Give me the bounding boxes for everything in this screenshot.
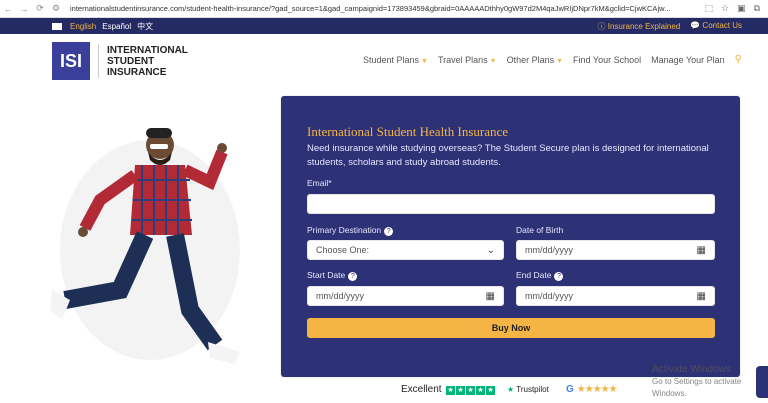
help-icon[interactable]: ?	[384, 227, 394, 236]
trustpilot-rating-label: Excellent	[401, 384, 442, 395]
primary-destination-label: Primary Destination?	[307, 225, 394, 236]
buy-now-button[interactable]: Buy Now	[307, 318, 715, 338]
hero-person-image	[50, 120, 250, 370]
extension-icon[interactable]: ▣	[737, 3, 746, 14]
logo-mark: ISI	[52, 42, 90, 80]
calendar-icon[interactable]: ▦	[697, 245, 706, 256]
start-date-field[interactable]: mm/dd/yyyy ▦	[307, 286, 504, 306]
star-icon: ★	[466, 386, 475, 395]
puzzle-icon[interactable]: ⧉	[754, 3, 760, 14]
star-icon: ★	[456, 386, 465, 395]
forward-icon[interactable]: →	[16, 4, 32, 14]
windows-activation-watermark: Activate Windows Go to Settings to activ…	[652, 364, 742, 398]
language-switcher: English Español 中文	[0, 21, 153, 32]
bookmark-star-icon[interactable]: ☆	[721, 3, 729, 14]
site-info-icon[interactable]: ⚙	[48, 3, 64, 14]
chevron-down-icon: ▼	[489, 57, 497, 65]
language-chinese[interactable]: 中文	[137, 21, 153, 32]
nav-other-plans[interactable]: Other Plans ▼	[507, 55, 563, 65]
main-navigation: Student Plans ▼ Travel Plans ▼ Other Plans…	[363, 54, 742, 65]
calendar-icon[interactable]: ▦	[697, 291, 706, 302]
star-icon: ★	[446, 386, 455, 395]
star-icon: ★	[476, 386, 485, 395]
email-label: Email*	[307, 178, 332, 188]
trustpilot-logo[interactable]: ★ Trustpilot	[507, 385, 549, 394]
date-of-birth-placeholder: mm/dd/yyyy	[525, 245, 574, 255]
end-date-placeholder: mm/dd/yyyy	[525, 291, 574, 301]
date-of-birth-label: Date of Birth	[516, 225, 564, 235]
help-icon[interactable]: ?	[348, 272, 358, 281]
star-icon: ★	[486, 386, 495, 395]
top-utility-bar: English Español 中文 ⓘ Insurance Explained…	[0, 18, 768, 34]
language-spanish[interactable]: Español	[102, 22, 131, 31]
back-icon[interactable]: ←	[0, 4, 16, 14]
logo-text: INTERNATIONAL STUDENT INSURANCE	[107, 44, 188, 78]
language-flag-icon	[52, 22, 62, 30]
google-stars: ★★★★★	[576, 384, 618, 395]
nav-travel-plans[interactable]: Travel Plans ▼	[438, 55, 497, 65]
calendar-icon[interactable]: ▦	[486, 291, 495, 302]
site-header: ISI INTERNATIONAL STUDENT INSURANCE Stud…	[0, 34, 768, 86]
email-field[interactable]	[307, 194, 715, 214]
reload-icon[interactable]: ⟳	[32, 3, 48, 14]
contact-us-link[interactable]: 💬 Contact Us	[690, 21, 742, 32]
site-logo[interactable]: ISI INTERNATIONAL STUDENT INSURANCE	[52, 42, 188, 80]
insurance-explained-link[interactable]: ⓘ Insurance Explained	[598, 21, 681, 32]
logo-divider	[98, 44, 99, 78]
nav-student-plans[interactable]: Student Plans ▼	[363, 55, 428, 65]
trustpilot-star-icon: ★	[507, 385, 515, 394]
chevron-down-icon: ▼	[421, 57, 428, 65]
end-date-label: End Date?	[516, 270, 564, 281]
start-date-placeholder: mm/dd/yyyy	[316, 291, 365, 301]
primary-destination-select[interactable]: Choose One: ⌄	[307, 240, 504, 260]
google-rating[interactable]: G ★★★★★	[566, 384, 618, 395]
date-of-birth-field[interactable]: mm/dd/yyyy ▦	[516, 240, 715, 260]
quote-form-card: International Student Health Insurance N…	[281, 96, 740, 377]
install-icon[interactable]: ⬚	[704, 3, 713, 14]
nav-find-your-school[interactable]: Find Your School	[573, 55, 641, 65]
primary-destination-value: Choose One:	[316, 245, 370, 255]
trustpilot-stars: ★ ★ ★ ★ ★	[446, 386, 495, 395]
chevron-down-icon: ⌄	[486, 244, 495, 256]
language-english[interactable]: English	[70, 22, 96, 31]
start-date-label: Start Date?	[307, 270, 358, 281]
address-bar[interactable]: internationalstudentinsurance.com/studen…	[70, 4, 704, 13]
browser-toolbar: ← → ⟳ ⚙ internationalstudentinsurance.co…	[0, 0, 768, 18]
end-date-field[interactable]: mm/dd/yyyy ▦	[516, 286, 715, 306]
form-description: Need insurance while studying overseas? …	[307, 143, 709, 168]
search-icon[interactable]: ⚲	[735, 54, 742, 65]
chevron-down-icon: ▼	[556, 57, 564, 65]
google-logo-icon: G	[566, 384, 574, 395]
nav-manage-your-plan[interactable]: Manage Your Plan	[651, 55, 725, 65]
form-title: International Student Health Insurance	[307, 124, 509, 139]
help-icon[interactable]: ?	[554, 272, 564, 281]
side-feedback-tab[interactable]	[756, 366, 768, 398]
